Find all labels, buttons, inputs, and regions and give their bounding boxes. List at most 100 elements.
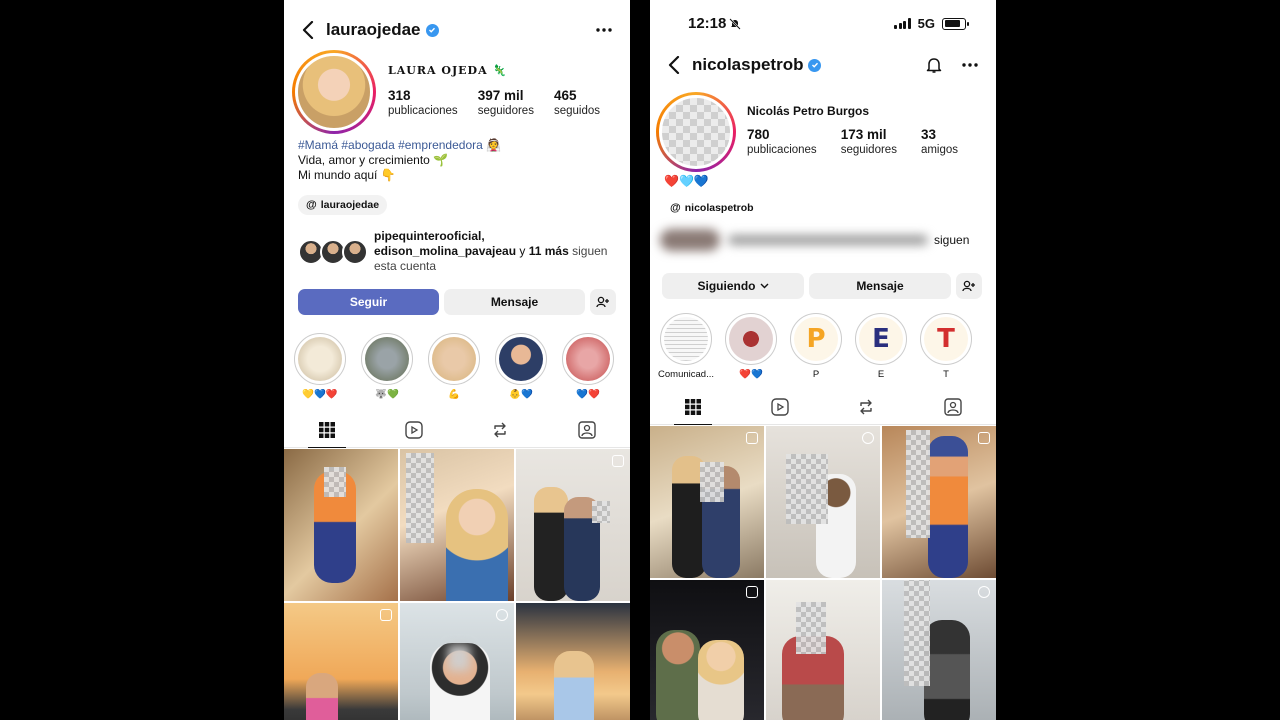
highlight-item[interactable]: 👶💙 (495, 333, 547, 400)
stat-posts[interactable]: 318 publicaciones (388, 87, 458, 119)
stat-posts[interactable]: 780 publicaciones (747, 126, 817, 158)
tab-reels[interactable] (737, 389, 824, 424)
stat-followers[interactable]: 173 mil seguidores (841, 126, 897, 158)
post-thumbnail[interactable] (882, 580, 996, 720)
highlight-item[interactable]: 🐺💚 (361, 333, 413, 400)
threads-link[interactable]: @ lauraojedae (298, 195, 388, 215)
threads-handle: lauraojedae (320, 199, 380, 211)
profile-avatar[interactable] (656, 92, 736, 172)
pixelated-face (796, 602, 826, 654)
stat-following-label: seguidos (553, 105, 600, 117)
post-thumbnail[interactable] (284, 603, 398, 720)
clock-text: 12:18 (688, 15, 727, 32)
following-label: Siguiendo (697, 279, 756, 293)
tab-tagged[interactable] (544, 412, 631, 447)
profile-avatar[interactable] (292, 50, 376, 134)
post-thumbnail[interactable] (400, 449, 514, 601)
more-options-icon[interactable] (958, 53, 982, 77)
grid-icon (685, 398, 702, 415)
message-button[interactable]: Mensaje (809, 273, 951, 299)
stat-posts-label: publicaciones (747, 144, 817, 156)
follow-button[interactable]: Seguir (298, 289, 439, 315)
post-thumbnail[interactable] (766, 426, 880, 578)
reels-icon (771, 397, 789, 416)
post-thumbnail[interactable] (516, 449, 630, 601)
pixelated-face (700, 462, 724, 502)
post-thumbnail[interactable] (650, 580, 764, 720)
post-thumbnail[interactable] (766, 580, 880, 720)
carousel-icon (746, 432, 758, 444)
tab-tagged[interactable] (910, 389, 997, 424)
highlight-item[interactable]: T T (920, 313, 972, 380)
followed-by-text: pipequinterooficial, edison_molina_pavaj… (374, 229, 607, 274)
add-person-icon (962, 280, 975, 292)
follower-name-1: pipequinterooficial, (374, 229, 485, 243)
stat-followers-number: 397 mil (477, 88, 524, 103)
carousel-icon (978, 432, 990, 444)
highlight-label: P (812, 369, 820, 380)
post-figure (656, 630, 700, 720)
tab-reposts[interactable] (457, 412, 544, 447)
stat-posts-label: publicaciones (388, 105, 458, 117)
tab-posts[interactable] (650, 389, 737, 425)
pixelated-face (324, 467, 346, 497)
followed-by-row[interactable]: pipequinterooficial, edison_molina_pavaj… (298, 229, 607, 274)
right-profile-screen: 12:18 5G nicolaspetrob Nicolás Petro Bur… (650, 0, 996, 720)
stat-followers[interactable]: 397 mil seguidores (478, 87, 534, 119)
highlight-label: 🐺💚 (375, 389, 399, 400)
notification-bell-icon[interactable] (922, 53, 946, 77)
followed-by-row[interactable]: siguen (660, 229, 969, 251)
highlight-item[interactable]: E E (855, 313, 907, 380)
back-arrow-icon[interactable] (296, 18, 320, 42)
more-options-icon[interactable] (592, 18, 616, 42)
highlight-label: 💛💙❤️ (302, 389, 338, 400)
suggest-user-button[interactable] (590, 289, 616, 315)
suggest-user-button[interactable] (956, 273, 982, 299)
post-thumbnail[interactable] (516, 603, 630, 720)
message-button[interactable]: Mensaje (444, 289, 585, 315)
bio-hashtags[interactable]: #Mamá #abogada #emprendedora (298, 138, 483, 152)
highlight-label: 💙❤️ (576, 389, 600, 400)
more-count: 11 más (528, 244, 569, 258)
threads-handle: nicolaspetrob (684, 202, 754, 214)
tab-posts[interactable] (284, 412, 371, 448)
stat-following-number: 465 (553, 88, 577, 103)
following-button[interactable]: Siguiendo (662, 273, 804, 299)
blurred-follower-avatars (660, 229, 720, 251)
repost-icon (860, 399, 872, 414)
tab-reels[interactable] (371, 412, 458, 447)
tab-reposts[interactable] (823, 389, 910, 424)
highlight-item[interactable]: Comunicad... (658, 313, 714, 380)
highlight-item[interactable]: 💙❤️ (562, 333, 614, 400)
highlight-label: T (943, 369, 949, 380)
highlight-item[interactable]: P P (790, 313, 842, 380)
pixelated-face (906, 430, 930, 538)
follower-avatar (342, 238, 368, 265)
post-thumbnail[interactable] (882, 426, 996, 578)
post-figure (924, 620, 970, 720)
signal-icon (894, 18, 911, 29)
carousel-icon (746, 586, 758, 598)
highlight-item[interactable]: 💪 (428, 333, 480, 400)
back-arrow-icon[interactable] (662, 53, 686, 77)
highlight-item[interactable]: 💛💙❤️ (294, 333, 346, 400)
bio-hearts: ❤️🩵💙 (664, 174, 709, 188)
highlight-letter: E (859, 317, 903, 361)
highlight-cover: E (855, 313, 907, 365)
highlight-label: ❤️💙 (739, 369, 763, 380)
highlight-cover (725, 313, 777, 365)
stat-followers-label: seguidores (840, 144, 897, 156)
highlight-item[interactable]: ❤️💙 (725, 313, 777, 380)
stat-following[interactable]: 465 seguidos (554, 87, 600, 119)
post-thumbnail[interactable] (400, 603, 514, 720)
post-thumbnail[interactable] (650, 426, 764, 578)
highlight-image (729, 317, 773, 361)
profile-stats: 780 publicaciones 173 mil seguidores 33 ami… (747, 126, 958, 158)
display-name-text: LAURA OJEDA (388, 64, 488, 77)
post-thumbnail[interactable] (284, 449, 398, 601)
tagged-person-icon (578, 420, 596, 439)
follow-line-3: esta cuenta (374, 259, 437, 273)
threads-link[interactable]: @ nicolaspetrob (662, 198, 762, 218)
display-name: LAURA OJEDA 🦎 (388, 64, 507, 77)
stat-friends[interactable]: 33 amigos (921, 126, 958, 158)
